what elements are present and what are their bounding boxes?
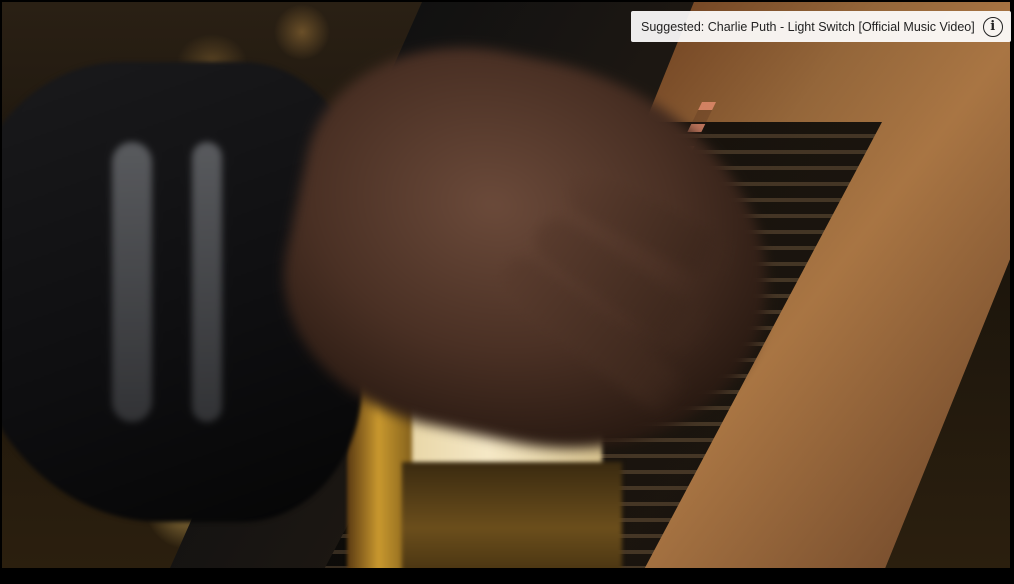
suggested-video-card[interactable]: Suggested: Charlie Puth - Light Switch [… — [631, 11, 1011, 42]
info-icon[interactable]: i — [982, 16, 1003, 37]
sleeve-stripe — [192, 142, 222, 422]
piano-front — [402, 462, 622, 568]
sleeve-stripe — [112, 142, 152, 422]
video-frame[interactable] — [2, 2, 1010, 568]
suggested-video-title: Suggested: Charlie Puth - Light Switch [… — [641, 19, 975, 34]
video-player[interactable]: Suggested: Charlie Puth - Light Switch [… — [0, 0, 1014, 584]
